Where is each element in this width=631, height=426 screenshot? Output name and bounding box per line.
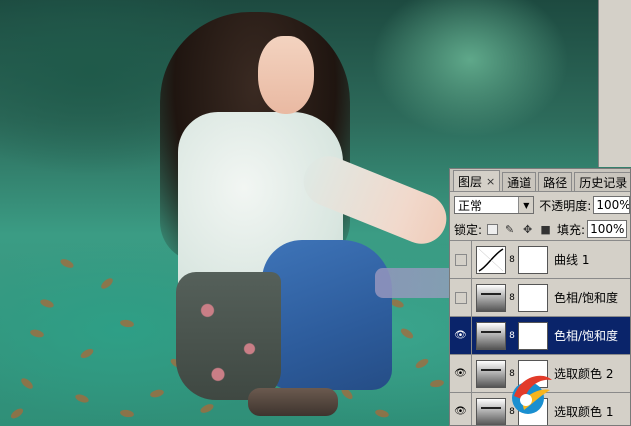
eye-icon[interactable]: 👁 [450,317,472,354]
layer-mask[interactable] [518,245,548,274]
close-icon[interactable]: × [486,175,495,188]
adjustment-icon [476,283,506,312]
link-chain-icon[interactable]: 8 [508,293,516,303]
curve-graph [478,247,504,272]
opacity-input[interactable]: 100% [593,196,630,214]
lock-transparency-icon[interactable] [487,223,499,235]
tab-label: 通道 [507,175,532,190]
empty-box [454,253,467,266]
adjustment-icon [476,321,506,350]
tab-channels[interactable]: 通道 [502,172,537,191]
woman-jeans [262,240,392,390]
layer-row[interactable]: 8 曲线 1 [450,241,630,279]
blend-row: 正常 ▼ 不透明度: 100% [450,192,630,218]
tab-label: 历史记录 [579,175,628,190]
fill-input[interactable]: 100% [587,220,628,238]
eye-icon[interactable]: 👁 [450,355,472,392]
tab-paths[interactable]: 路径 [538,172,573,191]
tab-label: 路径 [543,175,568,190]
blend-mode-value: 正常 [458,198,483,213]
chevron-down-icon[interactable]: ▼ [518,197,534,213]
tab-layers[interactable]: 图层 × [453,170,501,191]
tab-history[interactable]: 历史记录 [574,172,630,191]
adjustment-icon [476,359,506,388]
layer-mask[interactable] [518,283,548,312]
adjustment-icon [476,397,506,425]
visibility-toggle[interactable] [450,279,472,316]
layer-row[interactable]: 8 色相/饱和度 [450,279,630,317]
lock-label: 锁定: [454,222,483,237]
tab-label: 图层 [458,174,483,189]
layer-name: 选取颜色 2 [554,367,614,381]
woman-floral-skirt [176,272,281,400]
eye-icon[interactable]: 👁 [450,393,472,425]
app-window-edge [598,0,631,167]
lock-move-icon[interactable]: ✥ [521,223,534,236]
layer-name: 色相/饱和度 [554,291,619,305]
layer-name: 色相/饱和度 [554,329,619,343]
panel-tabs: 图层 × 通道 路径 历史记录 [450,169,630,192]
lock-all-icon[interactable]: ■ [539,223,552,236]
watermark-logo-icon [512,375,552,414]
fill-label: 填充: [557,222,586,237]
lock-row: 锁定: ✎ ✥ ■ 填充: 100% [450,218,630,241]
curves-icon [476,245,506,274]
woman-face [258,36,314,114]
layer-row[interactable]: 👁 8 色相/饱和度 [450,317,630,355]
link-chain-icon[interactable]: 8 [508,331,516,341]
woman-sandals [248,388,338,416]
empty-box [454,291,467,304]
blend-mode-select[interactable]: 正常 ▼ [454,196,535,214]
lock-paint-brush-icon[interactable]: ✎ [503,223,516,236]
layer-name: 曲线 1 [554,253,590,267]
link-chain-icon[interactable]: 8 [508,255,516,265]
layer-name: 选取颜色 1 [554,405,614,419]
opacity-label: 不透明度: [539,198,592,213]
layer-mask[interactable] [518,321,548,350]
visibility-toggle[interactable] [450,241,472,278]
